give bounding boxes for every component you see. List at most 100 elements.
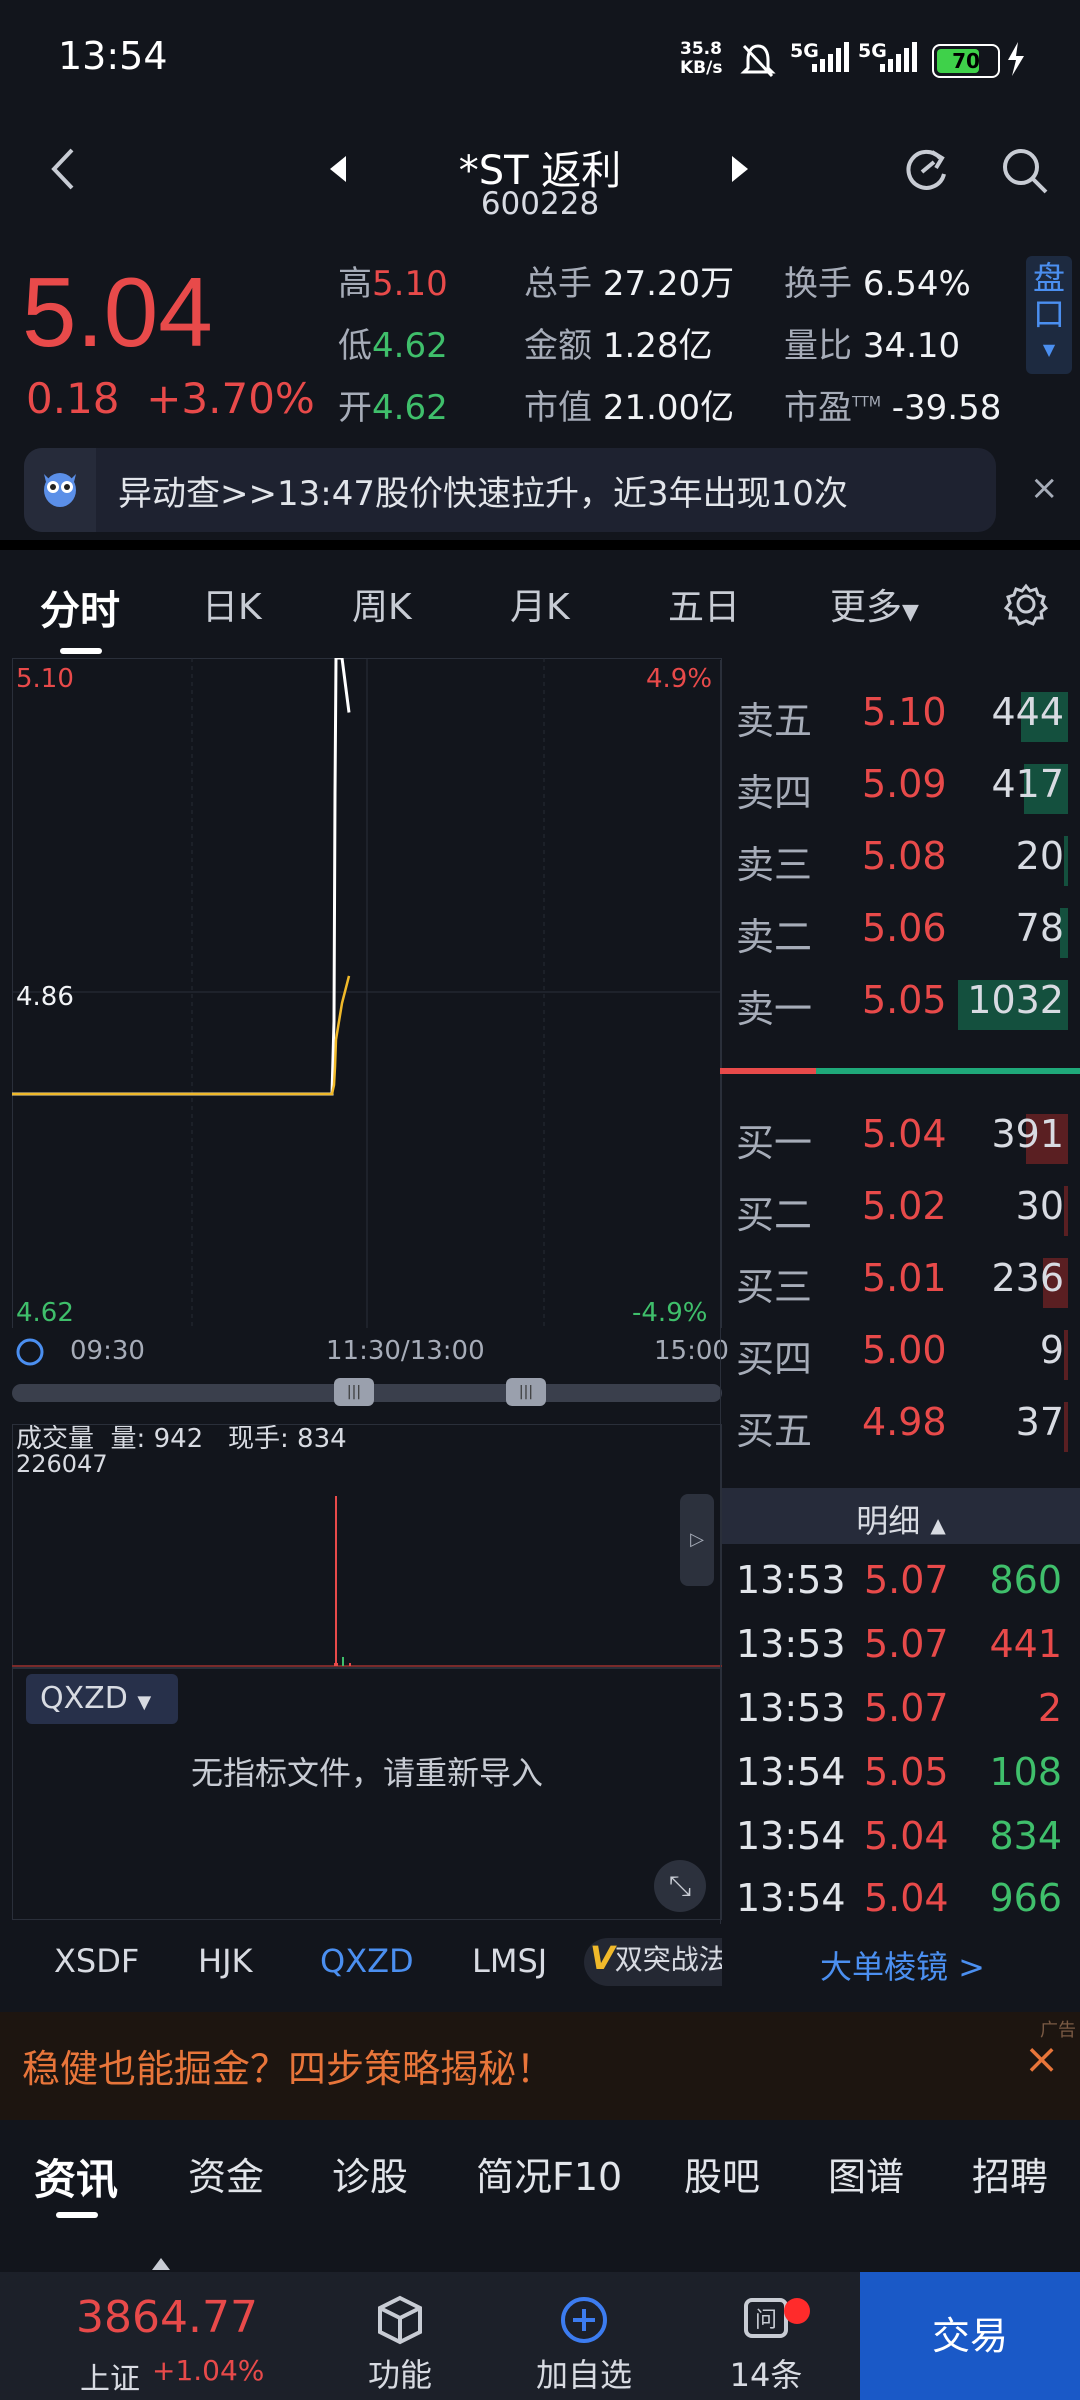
ask-volume: 78 [1015,906,1064,950]
stat-open: 开4.62 [338,380,448,429]
info-tab-jobs[interactable]: 招聘 [972,2146,1048,2201]
stat-pe-label: 市盈 [784,388,852,428]
time-circle-icon[interactable] [14,1336,46,1368]
tab-fenshi[interactable]: 分时 [40,578,120,636]
panel-toggle-icon[interactable]: ▷ [680,1494,714,1586]
refresh-icon[interactable] [900,144,952,196]
bid-volume-bar [1064,1330,1068,1380]
settings-gear-icon[interactable] [1004,582,1048,626]
notification-dot [784,2298,810,2324]
bid-level-label: 买五 [736,1409,813,1453]
indicator-tab-hjk[interactable]: HJK [198,1942,252,1980]
stat-high-label: 高 [338,264,372,304]
indicator-tab-shuangtu[interactable]: V双突战法 [584,1938,722,1986]
bid-volume: 9 [1039,1328,1064,1372]
owl-icon [24,448,96,532]
price-change-value: 0.18 [26,374,120,423]
tick-price: 5.04 [864,1876,949,1920]
detail-title[interactable]: 明细 ▲ [722,1496,1080,1542]
message-icon: 问 [744,2298,788,2338]
search-icon[interactable] [1000,146,1050,196]
next-stock-icon[interactable] [728,154,752,184]
index-expand-icon[interactable] [150,2256,172,2272]
volume-chart[interactable] [12,1424,722,1668]
back-arrow-icon[interactable] [48,146,78,192]
charging-icon [1008,42,1024,76]
stock-code: 600228 [480,186,600,222]
expand-icon[interactable]: ⤡ [654,1860,706,1912]
pankou-label: 盘口 [1032,259,1065,333]
price-change-pct: +3.70% [146,374,315,423]
tab-month-k[interactable]: 月K [510,578,570,630]
ad-close-icon[interactable]: × [1024,2034,1059,2083]
nav-function-label: 功能 [367,2356,432,2394]
ask-volume: 1032 [967,978,1064,1022]
slider-handle-left[interactable]: ||| [334,1378,374,1406]
ask-level-label: 卖三 [736,843,813,887]
index-value: 3864.77 [76,2292,258,2343]
ask-price[interactable]: 5.06 [862,906,947,950]
bid-price[interactable]: 5.00 [862,1328,947,1372]
bid-price[interactable]: 5.04 [862,1112,947,1156]
tick-volume: 966 [989,1876,1062,1920]
indicator-tab-qxzd[interactable]: QXZD [320,1942,414,1980]
bid-price[interactable]: 4.98 [862,1400,947,1444]
bid-volume: 30 [1015,1184,1064,1228]
alert-close-icon[interactable]: × [1030,468,1059,508]
slider-handle-right[interactable]: ||| [506,1378,546,1406]
info-tab-graph[interactable]: 图谱 [828,2146,904,2201]
big-order-link[interactable]: 大单棱镜 > [820,1942,985,1988]
indicator-tab-xsdf[interactable]: XSDF [54,1942,139,1980]
stat-amount-value: 1.28亿 [602,326,713,366]
stat-high: 高5.10 [338,256,448,305]
ask-price[interactable]: 5.10 [862,690,947,734]
tick-price: 5.04 [864,1814,949,1858]
x-axis-mid: 11:30/13:00 [326,1336,485,1366]
nav-messages[interactable]: 问 14条 [676,2272,856,2400]
bid-volume-bar [1064,1186,1068,1236]
tab-more[interactable]: 更多▼ [830,578,919,630]
y-axis-mid: 4.86 [16,982,74,1012]
stat-vratio-label: 量比 [784,326,852,366]
ask-level-label: 卖四 [736,771,813,815]
info-tab-funds[interactable]: 资金 [188,2146,264,2201]
signal-bars-2-icon [880,42,917,72]
ask-price[interactable]: 5.05 [862,978,947,1022]
ask-price[interactable]: 5.08 [862,834,947,878]
info-tab-f10[interactable]: 简况F10 [476,2146,622,2201]
stat-turnover-label: 换手 [784,264,852,304]
trade-button[interactable]: 交易 [860,2272,1080,2400]
nav-function[interactable]: 功能 [310,2272,490,2400]
ask-price[interactable]: 5.09 [862,762,947,806]
indicator-selected: QXZD [40,1681,128,1716]
info-tab-forum[interactable]: 股吧 [684,2146,760,2201]
volume-bar [342,1656,344,1666]
tab-five-day[interactable]: 五日 [668,578,740,630]
indicator-select[interactable]: QXZD ▼ [26,1674,178,1724]
pct-axis-bottom: -4.9% [632,1298,708,1328]
caret-up-icon: ▲ [930,1513,946,1537]
pankou-button[interactable]: 盘口 ▼ [1026,256,1072,374]
volume-bar [349,1663,351,1666]
info-tab-indicator [56,2212,98,2218]
y-axis-bottom: 4.62 [16,1298,74,1328]
ask-level-label: 卖二 [736,915,813,959]
tab-day-k[interactable]: 日K [202,578,262,630]
bid-price[interactable]: 5.02 [862,1184,947,1228]
ad-banner-text: 稳健也能掘金？四步策略揭秘！ [22,2047,555,2091]
index-ticker[interactable]: 3864.77 上证 +1.04% [0,2272,310,2400]
ask-volume: 417 [991,762,1064,806]
info-tab-diagnose[interactable]: 诊股 [332,2146,408,2201]
stat-open-value: 4.62 [372,388,448,428]
intraday-chart[interactable] [12,658,722,1328]
tick-volume: 441 [989,1622,1062,1666]
stat-turnover-value: 6.54% [862,264,971,304]
info-tab-news[interactable]: 资讯 [34,2146,118,2207]
indicator-tab-lmsj[interactable]: LMSJ [472,1942,547,1980]
bid-price[interactable]: 5.01 [862,1256,947,1300]
nav-add-watchlist[interactable]: 加自选 [494,2272,674,2400]
bid-level-label: 买一 [736,1121,813,1165]
tab-week-k[interactable]: 周K [352,578,412,630]
divider [0,540,1080,550]
stat-volume-value: 27.20万 [602,264,735,304]
